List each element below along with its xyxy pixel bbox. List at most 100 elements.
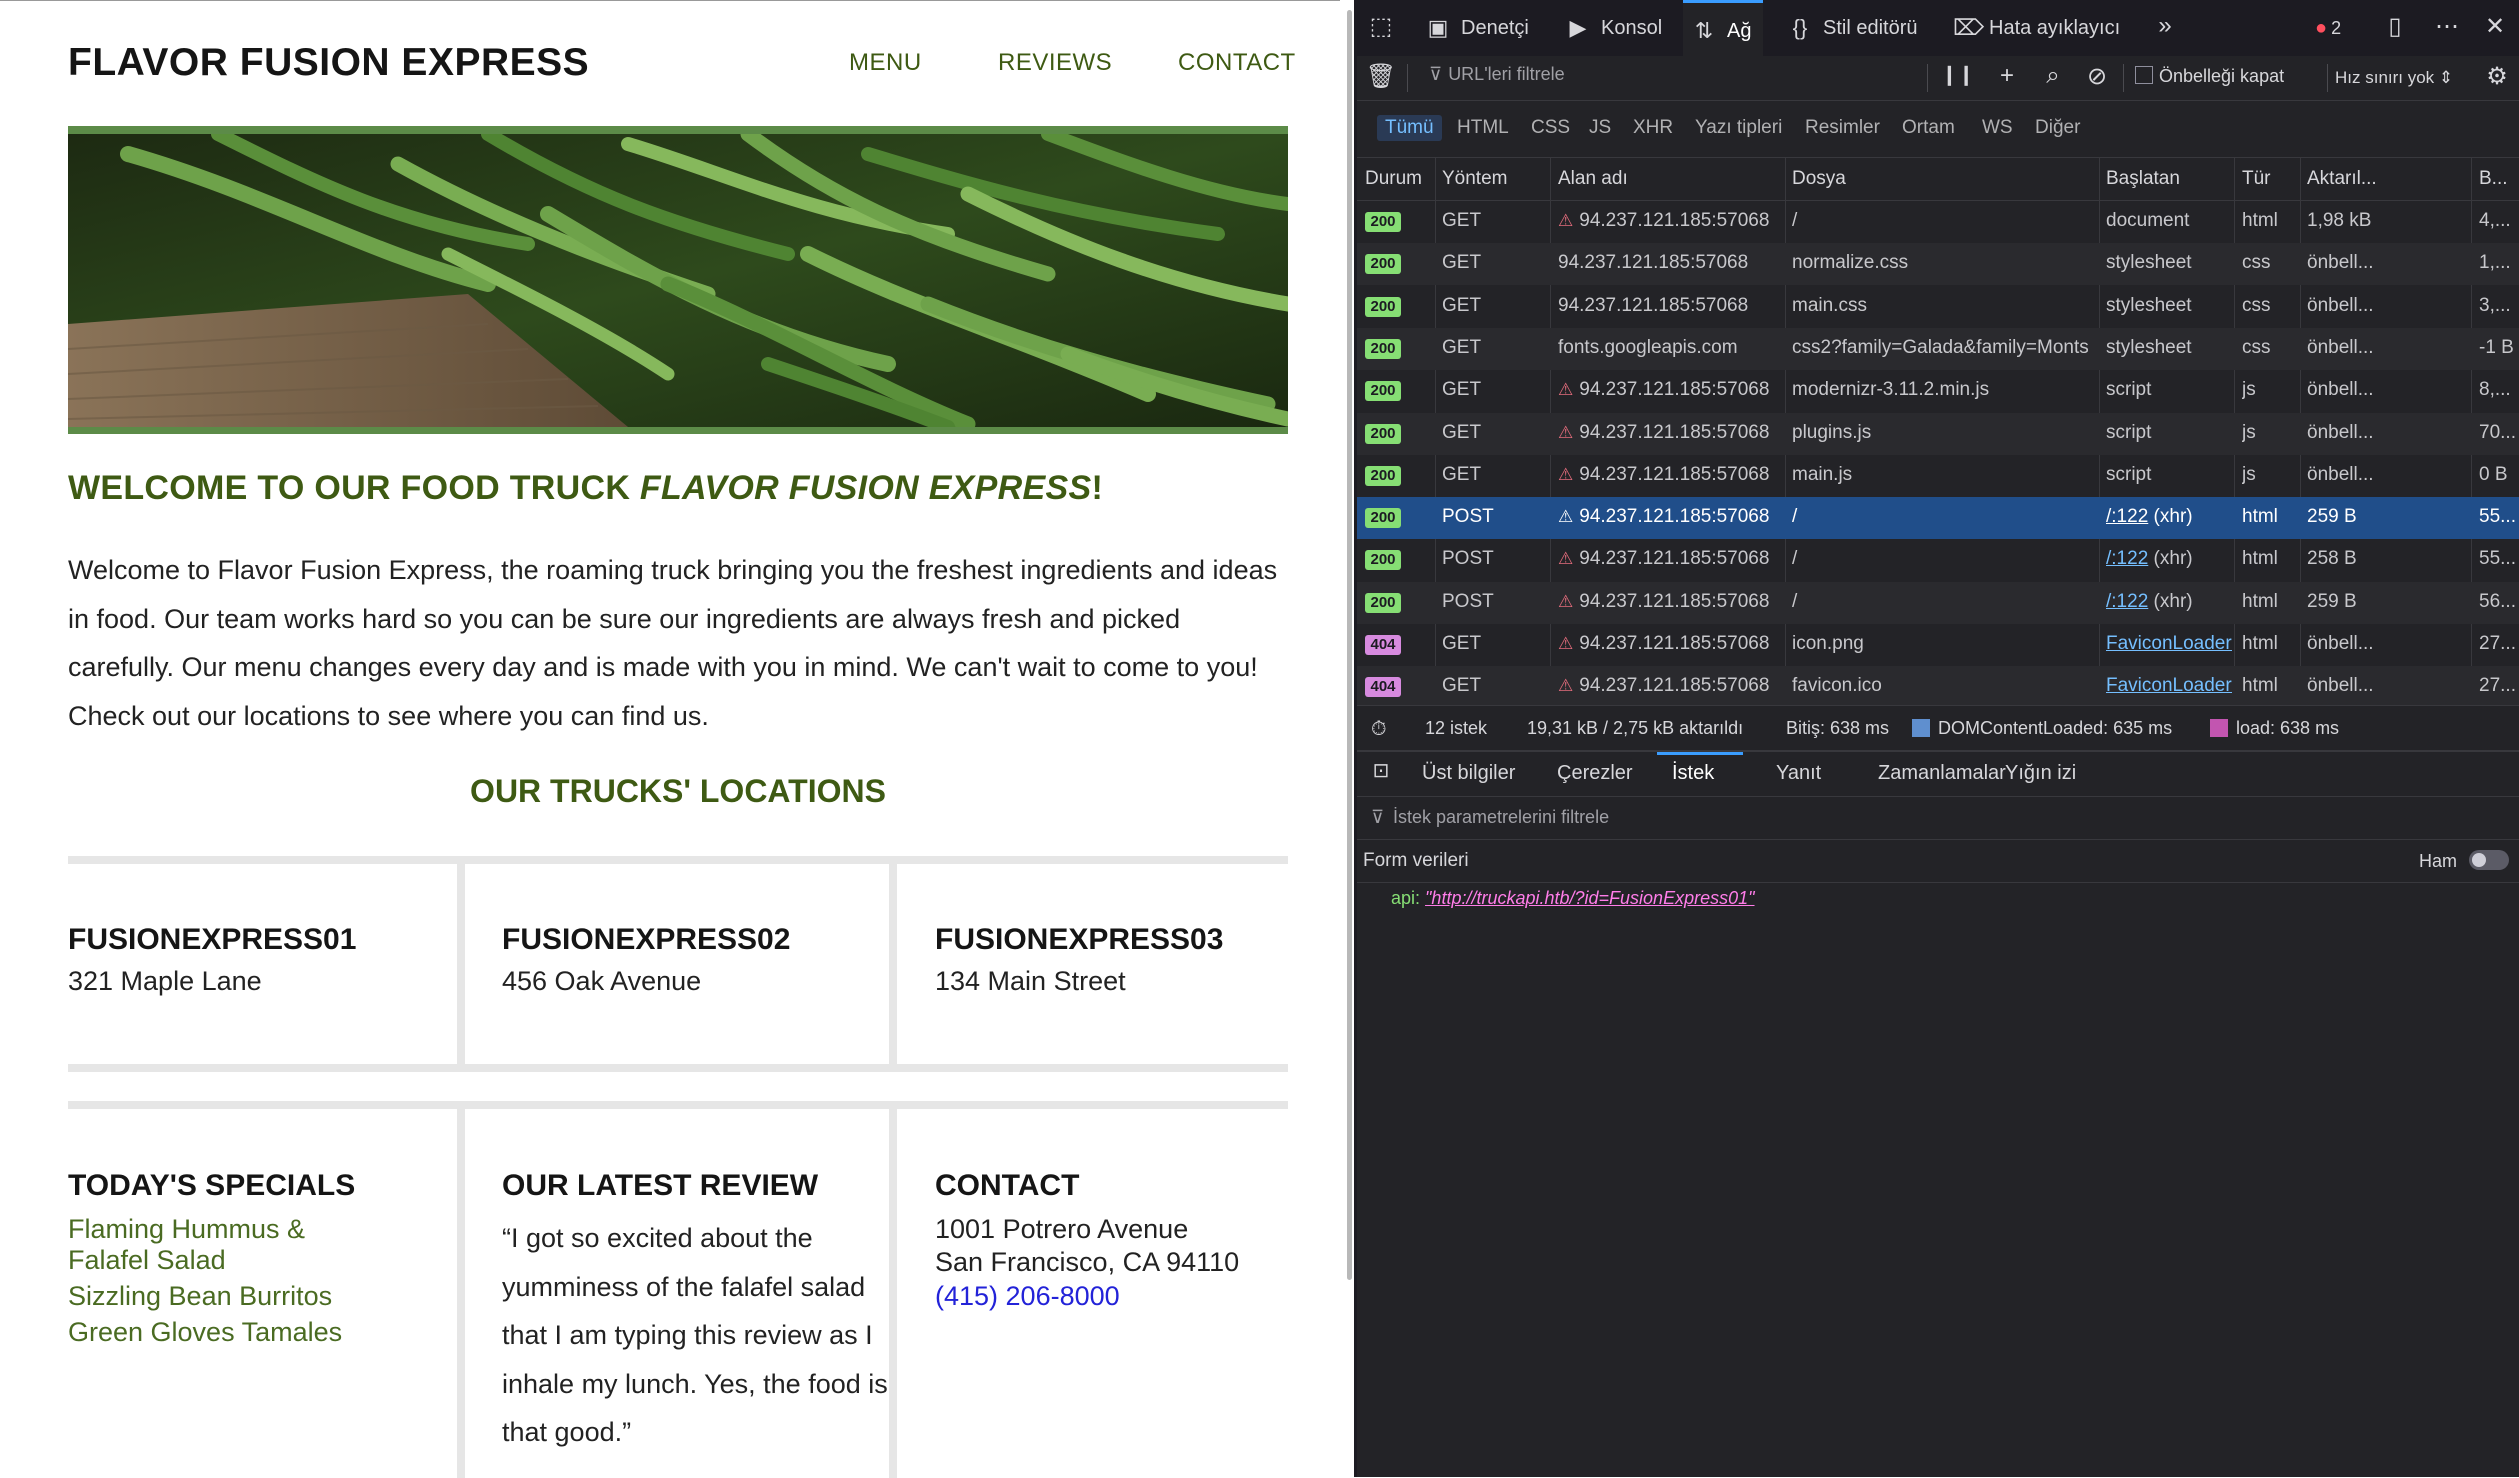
tab-label: Denetçi [1461, 16, 1529, 39]
request-domain: ⚠ 94.237.121.185:57068 [1558, 210, 1780, 232]
tab-style-editor[interactable]: {} Stil editörü [1787, 0, 1918, 56]
block-icon[interactable]: ⊘ [2081, 62, 2113, 91]
nav-menu-link[interactable]: MENU [849, 49, 922, 77]
request-type: css [2242, 252, 2271, 274]
request-initiator: stylesheet [2106, 252, 2232, 274]
initiator-text: script [2106, 421, 2152, 443]
devtools-toolbar: ⬚ ▣ Denetçi ▶ Konsol ⇅ Ağ {} Stil editörü ⌦ H… [1357, 0, 2519, 59]
tab-cookies[interactable]: Çerezler [1557, 762, 1633, 785]
column-file[interactable]: Dosya [1792, 168, 1846, 190]
locations-heading: OUR TRUCKS' LOCATIONS [470, 773, 886, 809]
request-type: js [2242, 463, 2256, 485]
pause-icon[interactable]: ❙❙ [1941, 62, 1975, 87]
tab-headers[interactable]: Üst bilgiler [1422, 762, 1515, 785]
initiator-link[interactable]: /:122 [2106, 591, 2148, 612]
special-item[interactable]: Flaming Hummus & [68, 1214, 305, 1245]
column-size[interactable]: B... [2479, 168, 2508, 190]
request-row[interactable]: 404 GET ⚠ 94.237.121.185:57068 favicon.ico Fa… [1357, 666, 2519, 709]
column-transferred[interactable]: Aktarıl... [2307, 168, 2377, 190]
initiator-link[interactable]: FaviconLoader.sys.... [2106, 633, 2232, 654]
request-row[interactable]: 404 GET ⚠ 94.237.121.185:57068 icon.png Favic… [1357, 624, 2519, 666]
request-row[interactable]: 200 POST ⚠ 94.237.121.185:57068 / /:122 (xhr)… [1357, 539, 2519, 581]
tab-stack-trace[interactable]: Yığın izi [2005, 762, 2076, 785]
url-filter-input[interactable]: ⊽ URL'leri filtrele [1429, 64, 1565, 85]
raw-toggle[interactable] [2469, 850, 2509, 870]
request-row[interactable]: 200 GET ⚠ 94.237.121.185:57068 main.js script… [1357, 455, 2519, 497]
param-filter-input[interactable]: ⊽ İstek parametrelerini filtrele [1357, 797, 2519, 840]
param-value-link[interactable]: "http://truckapi.htb/?id=FusionExpress01… [1425, 888, 1754, 908]
filter-html[interactable]: HTML [1457, 117, 1509, 139]
filter-js[interactable]: JS [1589, 117, 1611, 139]
request-row[interactable]: 200 GET fonts.googleapis.com css2?family=Ga… [1357, 327, 2519, 370]
request-domain-text: 94.237.121.185:57068 [1579, 506, 1770, 528]
request-row[interactable]: 200 GET ⚠ 94.237.121.185:57068 / document html… [1357, 201, 2519, 243]
special-item[interactable]: Green Gloves Tamales [68, 1317, 342, 1348]
separator [1407, 64, 1408, 92]
filter-ws[interactable]: WS [1982, 117, 2013, 139]
tab-inspector[interactable]: ▣ Denetçi [1425, 0, 1529, 56]
param-filter-placeholder: İstek parametrelerini filtrele [1393, 807, 1610, 827]
filter-images[interactable]: Resimler [1805, 117, 1880, 139]
tab-timings[interactable]: Zamanlamalar [1878, 762, 2006, 785]
column-initiator[interactable]: Başlatan [2106, 168, 2180, 190]
load-legend-swatch [2210, 719, 2228, 737]
tab-console[interactable]: ▶ Konsol [1565, 0, 1663, 56]
filter-media[interactable]: Ortam [1902, 117, 1955, 139]
tab-debugger[interactable]: ⌦ Hata ayıklayıcı [1953, 0, 2120, 56]
special-item[interactable]: Sizzling Bean Burritos [68, 1281, 332, 1312]
column-method[interactable]: Yöntem [1442, 168, 1507, 190]
request-row[interactable]: 200 GET ⚠ 94.237.121.185:57068 modernizr-3.1… [1357, 370, 2519, 412]
error-indicator[interactable]: ● 2 [2315, 0, 2341, 56]
request-size: 3,... [2479, 294, 2511, 316]
status-badge: 200 [1365, 465, 1401, 486]
disable-cache-checkbox[interactable]: Önbelleği kapat [2135, 66, 2284, 87]
request-row[interactable]: 200 GET 94.237.121.185:57068 normalize.css s… [1357, 243, 2519, 286]
search-icon[interactable]: ⌕ [2037, 62, 2069, 90]
request-row[interactable]: 200 GET ⚠ 94.237.121.185:57068 plugins.js scr… [1357, 412, 2519, 455]
column-status[interactable]: Durum [1365, 168, 1422, 190]
filter-fonts[interactable]: Yazı tipleri [1695, 117, 1782, 139]
column-type[interactable]: Tür [2242, 168, 2271, 190]
filter-all[interactable]: Tümü [1377, 115, 1442, 141]
trash-icon[interactable]: 🗑 [1365, 62, 1397, 91]
request-file: / [1792, 506, 1798, 528]
settings-gear-icon[interactable]: ⚙ [2481, 62, 2513, 91]
request-method: GET [1442, 463, 1482, 485]
tab-network[interactable]: ⇅ Ağ [1683, 0, 1764, 59]
column-domain[interactable]: Alan adı [1558, 168, 1628, 190]
close-icon[interactable]: ✕ [2479, 12, 2511, 41]
nav-reviews-link[interactable]: REVIEWS [998, 49, 1112, 77]
request-method: GET [1442, 633, 1482, 654]
request-transferred: önbell... [2307, 675, 2374, 697]
request-size: 55... [2479, 506, 2516, 528]
initiator-link[interactable]: /:122 [2106, 506, 2148, 527]
request-row[interactable]: 200 POST ⚠ 94.237.121.185:57068 / /:122 (xhr)… [1357, 581, 2519, 624]
initiator-link[interactable]: /:122 [2106, 548, 2148, 569]
responsive-mode-icon[interactable]: ▯ [2379, 12, 2411, 41]
filter-xhr[interactable]: XHR [1633, 117, 1673, 139]
throttle-select[interactable]: Hız sınırı yok ⇕ [2335, 68, 2453, 88]
toggle-panel-icon[interactable]: ⊡ [1365, 758, 1397, 783]
page-scrollbar-thumb[interactable] [1347, 10, 1352, 1280]
special-item[interactable]: Falafel Salad [68, 1245, 226, 1276]
filter-css[interactable]: CSS [1531, 117, 1570, 139]
request-file: main.css [1792, 294, 1867, 316]
add-icon[interactable]: + [1991, 62, 2023, 90]
tab-response[interactable]: Yanıt [1776, 762, 1821, 785]
request-row[interactable]: 200 POST ⚠ 94.237.121.185:57068 / /:122 (xhr)… [1357, 497, 2519, 540]
contact-phone-link[interactable]: (415) 206-8000 [935, 1281, 1120, 1312]
welcome-heading-emphasis: FLAVOR FUSION EXPRESS [639, 469, 1092, 507]
initiator-link[interactable]: FaviconLoader.sys.... [2106, 675, 2232, 696]
filter-other[interactable]: Diğer [2035, 117, 2080, 139]
more-options-icon[interactable]: ⋯ [2431, 12, 2463, 41]
element-picker-icon[interactable]: ⬚ [1365, 12, 1397, 41]
request-detail-tabs: ⊡ Üst bilgiler Çerezler İstek Yanıt Zama… [1357, 752, 2519, 797]
request-domain-text: 94.237.121.185:57068 [1579, 463, 1770, 485]
request-row[interactable]: 200 GET 94.237.121.185:57068 main.css styles… [1357, 286, 2519, 328]
request-method: GET [1442, 675, 1482, 697]
tab-request[interactable]: İstek [1672, 762, 1714, 785]
request-initiator: /:122 (xhr) [2106, 591, 2232, 613]
nav-contact-link[interactable]: CONTACT [1178, 49, 1296, 77]
more-tabs-icon[interactable]: » [2149, 12, 2181, 40]
request-type: css [2242, 336, 2271, 358]
